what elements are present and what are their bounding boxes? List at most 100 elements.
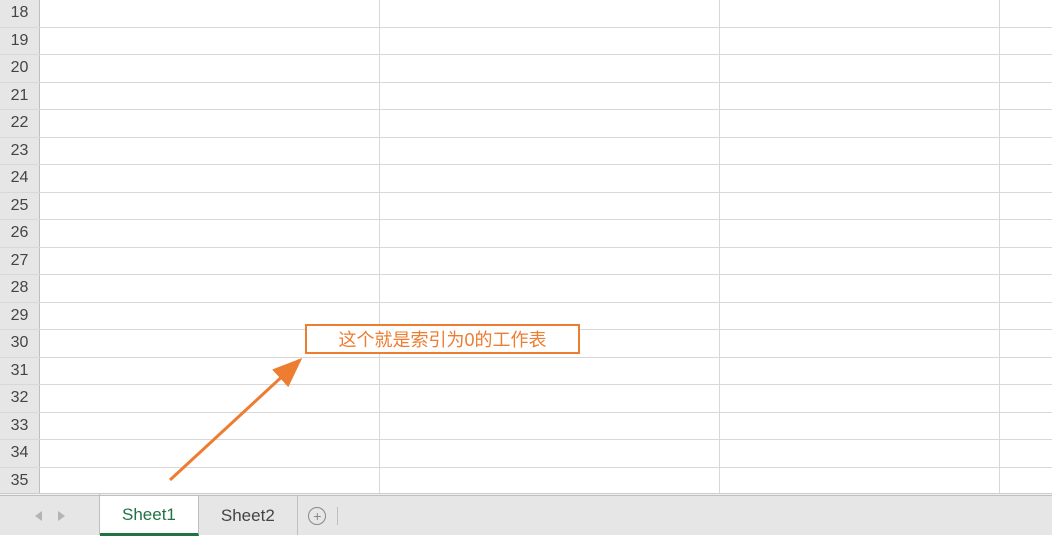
cell[interactable] (40, 440, 380, 467)
cell[interactable] (40, 413, 380, 440)
row-header[interactable]: 32 (0, 385, 40, 412)
cell[interactable] (1000, 385, 1052, 412)
cell[interactable] (40, 468, 380, 495)
grid-row: 26 (0, 220, 1052, 248)
row-header[interactable]: 18 (0, 0, 40, 27)
cell[interactable] (720, 248, 1000, 275)
row-header[interactable]: 28 (0, 275, 40, 302)
row-header[interactable]: 30 (0, 330, 40, 357)
cell[interactable] (720, 468, 1000, 495)
cell[interactable] (720, 110, 1000, 137)
row-header[interactable]: 23 (0, 138, 40, 165)
grid-row: 28 (0, 275, 1052, 303)
cell[interactable] (1000, 248, 1052, 275)
cell[interactable] (1000, 193, 1052, 220)
cell[interactable] (720, 165, 1000, 192)
cell[interactable] (1000, 303, 1052, 330)
row-header[interactable]: 20 (0, 55, 40, 82)
cell[interactable] (380, 110, 720, 137)
cell[interactable] (1000, 138, 1052, 165)
cell[interactable] (1000, 110, 1052, 137)
row-header[interactable]: 34 (0, 440, 40, 467)
cell[interactable] (380, 220, 720, 247)
cell[interactable] (380, 468, 720, 495)
cell[interactable] (380, 248, 720, 275)
cell[interactable] (40, 275, 380, 302)
cell[interactable] (40, 110, 380, 137)
cell[interactable] (720, 303, 1000, 330)
row-header[interactable]: 24 (0, 165, 40, 192)
cell[interactable] (380, 28, 720, 55)
cell[interactable] (380, 0, 720, 27)
cell[interactable] (1000, 330, 1052, 357)
cell[interactable] (720, 358, 1000, 385)
cell[interactable] (40, 248, 380, 275)
add-sheet-button[interactable]: + (298, 507, 338, 525)
sheet-tab-sheet2[interactable]: Sheet2 (199, 496, 298, 535)
cell[interactable] (720, 440, 1000, 467)
cell[interactable] (40, 55, 380, 82)
cell[interactable] (720, 83, 1000, 110)
sheet-tab-sheet1[interactable]: Sheet1 (100, 496, 199, 536)
cell[interactable] (40, 220, 380, 247)
cell[interactable] (380, 193, 720, 220)
sheet-nav (0, 496, 100, 535)
row-header[interactable]: 33 (0, 413, 40, 440)
cell[interactable] (1000, 28, 1052, 55)
cell[interactable] (1000, 440, 1052, 467)
row-header[interactable]: 31 (0, 358, 40, 385)
cell[interactable] (380, 358, 720, 385)
cell[interactable] (720, 55, 1000, 82)
cell[interactable] (1000, 358, 1052, 385)
sheet-nav-next-icon[interactable] (58, 511, 65, 521)
row-header[interactable]: 35 (0, 468, 40, 495)
grid-row: 31 (0, 358, 1052, 386)
cell[interactable] (720, 275, 1000, 302)
cell[interactable] (1000, 220, 1052, 247)
cell[interactable] (720, 413, 1000, 440)
cell[interactable] (40, 138, 380, 165)
cell[interactable] (1000, 0, 1052, 27)
row-header[interactable]: 22 (0, 110, 40, 137)
cell[interactable] (380, 83, 720, 110)
cell[interactable] (720, 138, 1000, 165)
row-header[interactable]: 27 (0, 248, 40, 275)
grid-row: 18 (0, 0, 1052, 28)
cell[interactable] (380, 55, 720, 82)
cell[interactable] (40, 358, 380, 385)
cell[interactable] (1000, 55, 1052, 82)
row-header[interactable]: 26 (0, 220, 40, 247)
spreadsheet-grid[interactable]: 181920212223242526272829303132333435 这个就… (0, 0, 1052, 495)
cell[interactable] (1000, 165, 1052, 192)
cell[interactable] (380, 275, 720, 302)
row-header[interactable]: 25 (0, 193, 40, 220)
grid-row: 21 (0, 83, 1052, 111)
cell[interactable] (380, 413, 720, 440)
cell[interactable] (720, 330, 1000, 357)
row-header[interactable]: 21 (0, 83, 40, 110)
cell[interactable] (1000, 413, 1052, 440)
cell[interactable] (720, 28, 1000, 55)
cell[interactable] (40, 28, 380, 55)
cell[interactable] (40, 193, 380, 220)
cell[interactable] (1000, 468, 1052, 495)
cell[interactable] (40, 165, 380, 192)
cell[interactable] (1000, 83, 1052, 110)
cell[interactable] (720, 385, 1000, 412)
cell[interactable] (40, 385, 380, 412)
grid-row: 25 (0, 193, 1052, 221)
cell[interactable] (40, 83, 380, 110)
row-header[interactable]: 19 (0, 28, 40, 55)
annotation-callout: 这个就是索引为0的工作表 (305, 324, 580, 354)
cell[interactable] (380, 385, 720, 412)
row-header[interactable]: 29 (0, 303, 40, 330)
cell[interactable] (380, 138, 720, 165)
cell[interactable] (40, 0, 380, 27)
cell[interactable] (1000, 275, 1052, 302)
cell[interactable] (720, 0, 1000, 27)
cell[interactable] (380, 165, 720, 192)
cell[interactable] (380, 440, 720, 467)
cell[interactable] (720, 193, 1000, 220)
cell[interactable] (720, 220, 1000, 247)
sheet-nav-prev-icon[interactable] (35, 511, 42, 521)
